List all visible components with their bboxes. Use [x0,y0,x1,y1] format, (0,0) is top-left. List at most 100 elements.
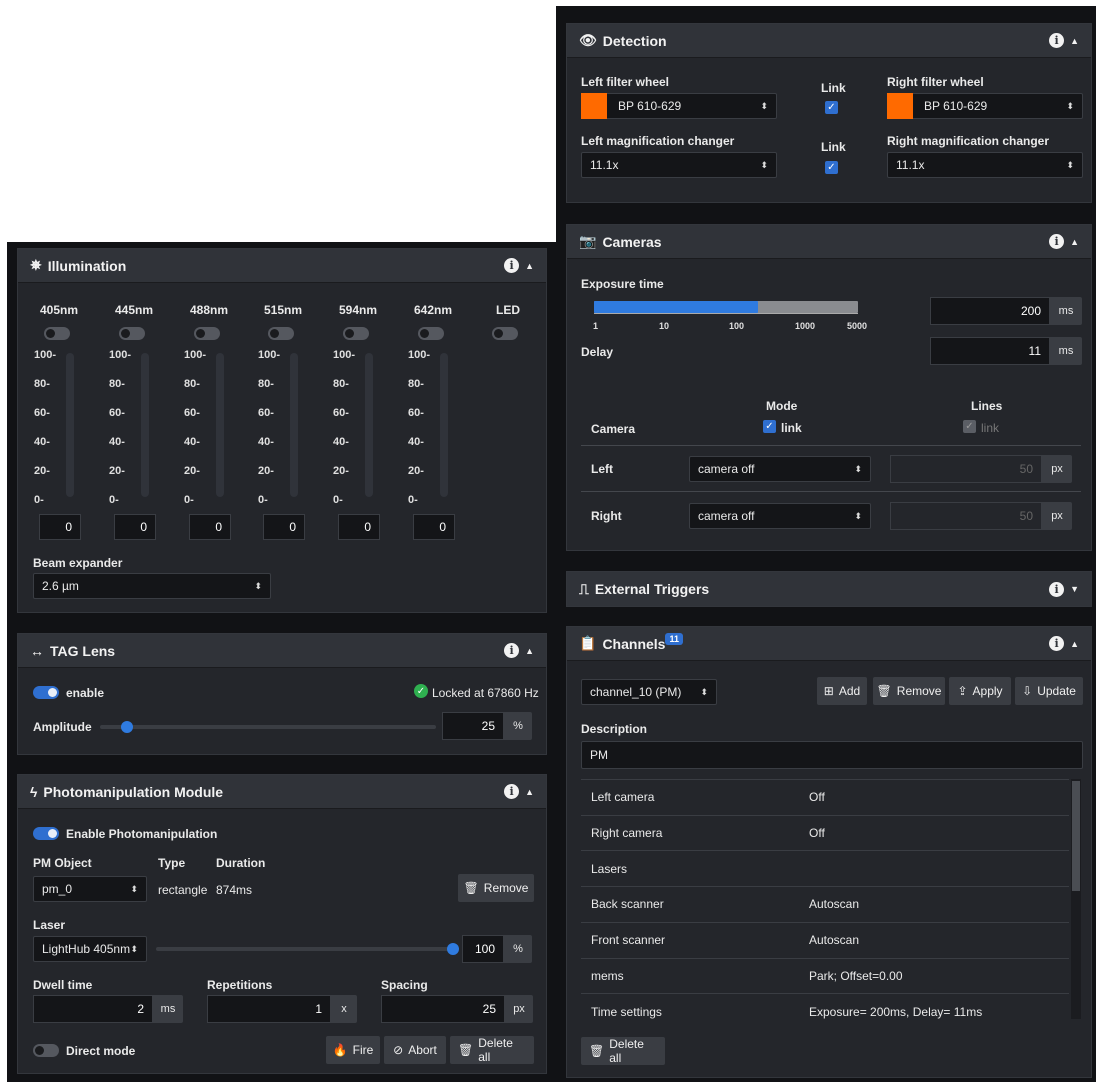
beam-expander-select[interactable]: 2.6 µm ⬍ [33,573,271,599]
info-icon[interactable]: i [504,784,520,799]
pm-object-select[interactable]: pm_0 ⬍ [33,876,147,902]
laser-intensity-slider[interactable] [440,353,448,497]
update-channel-button[interactable]: ⇩ Update [1015,677,1083,705]
pm-remove-button[interactable]: 🗑 Remove [458,874,534,902]
left-camera-select[interactable]: camera off ⬍ [689,456,871,482]
laser-intensity-input[interactable]: 0 [338,514,380,540]
laser-select[interactable]: LightHub 405nm ⬍ [33,936,147,962]
mode-link-checkbox[interactable]: ✓ [763,420,776,433]
right-filter-select[interactable]: BP 610-629 ⬍ [887,93,1083,119]
chevron-up-icon[interactable]: ▲ [1070,237,1079,247]
amplitude-slider-track[interactable] [100,725,436,729]
scrollbar-thumb[interactable] [1072,781,1080,891]
laser-toggle[interactable] [268,327,294,340]
exposure-slider-fill [594,301,758,313]
table-row: Lasers [581,850,1069,886]
laser-intensity-input[interactable]: 0 [263,514,305,540]
right-camera-select[interactable]: camera off ⬍ [689,503,871,529]
mag-link-checkbox[interactable]: ✓ [825,161,838,174]
info-icon[interactable]: i [1049,234,1065,249]
direct-mode-toggle[interactable] [33,1044,59,1057]
tag-enable-toggle[interactable] [33,686,59,699]
detection-header[interactable]: 👁 Detection i ▲ [567,24,1091,58]
cameras-header[interactable]: 📷 Cameras i ▲ [567,225,1091,259]
channels-delete-all-button[interactable]: 🗑 Delete all [581,1037,665,1065]
laser-intensity-slider[interactable] [141,353,149,497]
tag-lens-header[interactable]: ↔ TAG Lens i ▲ [18,634,546,668]
reps-input[interactable]: 1 [207,995,331,1023]
laser-toggle[interactable] [44,327,70,340]
info-icon[interactable]: i [1049,33,1065,48]
detection-panel: 👁 Detection i ▲ Left filter wheel Right … [566,23,1092,203]
right-mag-select[interactable]: 11.1x ⬍ [887,152,1083,178]
wavelength-label: 515nm [264,303,303,317]
chevron-up-icon[interactable]: ▲ [525,646,534,656]
laser-intensity-input[interactable]: 0 [413,514,455,540]
led-toggle[interactable] [492,327,518,340]
chevron-up-icon[interactable]: ▲ [1070,639,1079,649]
illumination-header[interactable]: ✵ Illumination i ▲ [18,249,546,283]
laser-power-handle[interactable] [447,943,459,955]
channels-header[interactable]: 📋 Channels 11 i ▲ [567,627,1091,661]
apply-channel-button[interactable]: ⇪ Apply [949,677,1011,705]
laser-intensity-input[interactable]: 0 [189,514,231,540]
amplitude-input[interactable]: 25 [442,712,504,740]
exposure-input[interactable]: 200 [930,297,1050,325]
channel-select[interactable]: channel_10 (PM) ⬍ [581,679,717,705]
laser-intensity-input[interactable]: 0 [114,514,156,540]
select-arrows-icon: ⬍ [130,883,138,894]
pm-object-label: PM Object [33,856,92,870]
pm-delete-all-button[interactable]: 🗑 Delete all [450,1036,534,1064]
chevron-up-icon[interactable]: ▲ [525,261,534,271]
pm-header[interactable]: ϟ Photomanipulation Module i ▲ [18,775,546,809]
chevron-up-icon[interactable]: ▲ [525,787,534,797]
left-filter-select[interactable]: BP 610-629 ⬍ [581,93,777,119]
laser-toggle[interactable] [343,327,369,340]
add-channel-button[interactable]: ⊞ Add [817,677,867,705]
remove-channel-button[interactable]: 🗑 Remove [873,677,945,705]
abort-button[interactable]: ⊘ Abort [384,1036,446,1064]
amplitude-slider-handle[interactable] [120,721,133,733]
laser-intensity-slider[interactable] [290,353,298,497]
exposure-slider[interactable] [594,301,858,313]
left-mag-select[interactable]: 11.1x ⬍ [581,152,777,178]
laser-intensity-value: 0 [65,520,72,534]
laser-toggle[interactable] [194,327,220,340]
fire-label: Fire [352,1043,374,1057]
chevron-down-icon[interactable]: ▼ [1070,584,1079,594]
pm-duration-label: Duration [216,856,266,870]
ban-icon: ⊘ [393,1043,404,1057]
info-icon[interactable]: i [1049,636,1065,651]
dwell-input[interactable]: 2 [33,995,153,1023]
scale-tick: 1000 [795,321,816,331]
right-camera-value: camera off [698,509,755,523]
row-key: Right camera [591,826,663,841]
description-input[interactable]: PM [581,741,1083,769]
slider-tick-label: 60- [333,407,349,419]
filter-link-checkbox[interactable]: ✓ [825,101,838,114]
laser-intensity-slider[interactable] [66,353,74,497]
laser-power-input[interactable]: 100 [462,935,504,963]
info-icon[interactable]: i [504,258,520,273]
info-icon[interactable]: i [1049,581,1065,597]
external-triggers-header[interactable]: ⎍ External Triggers i ▼ [567,572,1091,606]
download-icon: ⇩ [1022,684,1033,698]
laser-power-track[interactable] [156,947,453,951]
spacing-input[interactable]: 25 [381,995,505,1023]
pm-enable-toggle[interactable] [33,827,59,840]
lines-link-label: link [981,421,1000,435]
laser-toggle[interactable] [119,327,145,340]
fire-button[interactable]: 🔥 Fire [326,1036,380,1064]
amplitude-unit: % [504,712,532,740]
info-icon[interactable]: i [504,643,520,658]
slider-tick-label: 100- [258,349,281,361]
laser-toggle[interactable] [418,327,444,340]
laser-intensity-slider[interactable] [216,353,224,497]
laser-intensity-input[interactable]: 0 [39,514,81,540]
delay-input[interactable]: 11 [930,337,1050,365]
table-row: mems Park; Offset=0.00 [581,957,1069,994]
left-mag-label: Left magnification changer [581,134,735,148]
chevron-up-icon[interactable]: ▲ [1070,36,1079,46]
laser-intensity-slider[interactable] [365,353,373,497]
table-scrollbar[interactable] [1071,779,1081,1019]
